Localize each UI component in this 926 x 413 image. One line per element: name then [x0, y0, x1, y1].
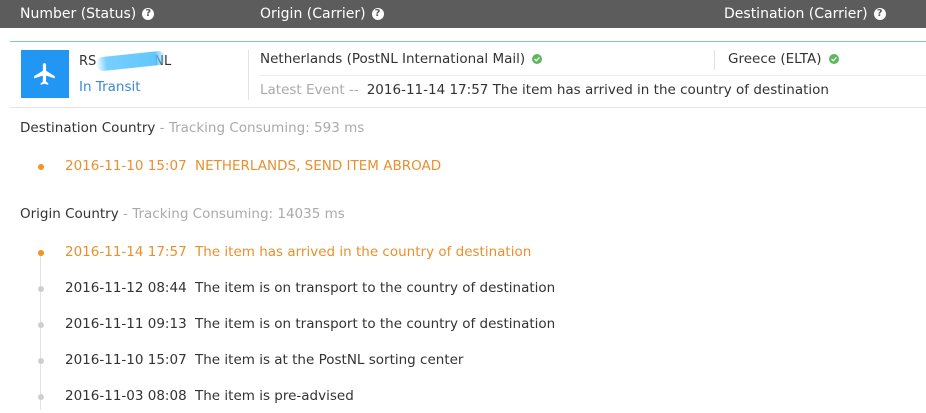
airplane-glyph [34, 63, 55, 85]
table-header: Number (Status) ? Origin (Carrier) ? Des… [0, 0, 926, 28]
header-origin-label: Origin (Carrier) [260, 6, 366, 22]
header-destination-carrier: Destination (Carrier) ? [724, 0, 886, 28]
timeline-event: 2016-11-14 17:57 The item has arrived in… [0, 244, 926, 264]
event-description: The item is on transport to the country … [195, 316, 556, 332]
tracking-number-prefix: RS [79, 54, 97, 69]
help-icon[interactable]: ? [142, 8, 155, 20]
latest-event: Latest Event -- 2016-11-14 17:57 The item… [260, 82, 829, 98]
header-number-status: Number (Status) ? [20, 0, 155, 28]
check-icon [532, 54, 543, 64]
help-icon[interactable]: ? [873, 8, 886, 20]
event-time: 2016-11-11 09:13 [65, 316, 187, 332]
event-time: 2016-11-14 17:57 [65, 244, 187, 260]
destination-carrier: Greece (ELTA) [728, 51, 839, 67]
airplane-icon [21, 50, 69, 98]
header-number-label: Number (Status) [20, 6, 137, 22]
divider [258, 75, 926, 76]
timeline-dot [38, 322, 44, 328]
event-description: The item has arrived in the country of d… [195, 244, 532, 260]
divider [248, 50, 249, 100]
tracking-consuming: - Tracking Consuming: 14035 ms [118, 206, 345, 222]
event-time: 2016-11-12 08:44 [65, 280, 187, 296]
status-label: In Transit [79, 79, 141, 95]
timeline-event: 2016-11-10 15:07 NETHERLANDS, SEND ITEM … [0, 158, 926, 178]
timeline-event: 2016-11-10 15:07 The item is at the Post… [0, 352, 926, 372]
latest-event-text: 2016-11-14 17:57 The item has arrived in… [366, 82, 829, 98]
event-description: The item is on transport to the country … [195, 280, 556, 296]
check-icon [828, 54, 839, 64]
destination-carrier-text: Greece (ELTA) [728, 51, 822, 67]
origin-carrier-text: Netherlands (PostNL International Mail) [260, 51, 526, 67]
shipment-row[interactable]: RSNL In Transit Netherlands (PostNL Inte… [10, 41, 926, 108]
destination-section-title: Destination Country - Tracking Consuming… [20, 120, 364, 136]
event-description: The item is at the PostNL sorting center [195, 352, 464, 368]
section-title-text: Origin Country [20, 206, 119, 222]
timeline-event: 2016-11-11 09:13 The item is on transpor… [0, 316, 926, 336]
event-description: The item is pre-advised [195, 388, 354, 404]
timeline-dot [38, 250, 44, 256]
event-time: 2016-11-03 08:08 [65, 388, 187, 404]
divider [714, 50, 715, 70]
timeline-dot [38, 286, 44, 292]
section-title-text: Destination Country [20, 120, 156, 136]
timeline-dot [38, 358, 44, 364]
tracking-consuming: - Tracking Consuming: 593 ms [155, 120, 365, 136]
origin-section-title: Origin Country - Tracking Consuming: 140… [20, 206, 345, 222]
timeline-event: 2016-11-03 08:08 The item is pre-advised [0, 388, 926, 408]
event-description: NETHERLANDS, SEND ITEM ABROAD [195, 158, 442, 174]
help-icon[interactable]: ? [371, 8, 384, 20]
timeline-dot [38, 394, 44, 400]
event-time: 2016-11-10 15:07 [65, 158, 187, 174]
timeline-dot [38, 164, 44, 170]
event-time: 2016-11-10 15:07 [65, 352, 187, 368]
timeline-event: 2016-11-12 08:44 The item is on transpor… [0, 280, 926, 300]
origin-carrier: Netherlands (PostNL International Mail) [260, 51, 543, 67]
header-origin-carrier: Origin (Carrier) ? [260, 0, 384, 28]
header-destination-label: Destination (Carrier) [724, 6, 868, 22]
latest-event-label: Latest Event -- [260, 82, 359, 98]
